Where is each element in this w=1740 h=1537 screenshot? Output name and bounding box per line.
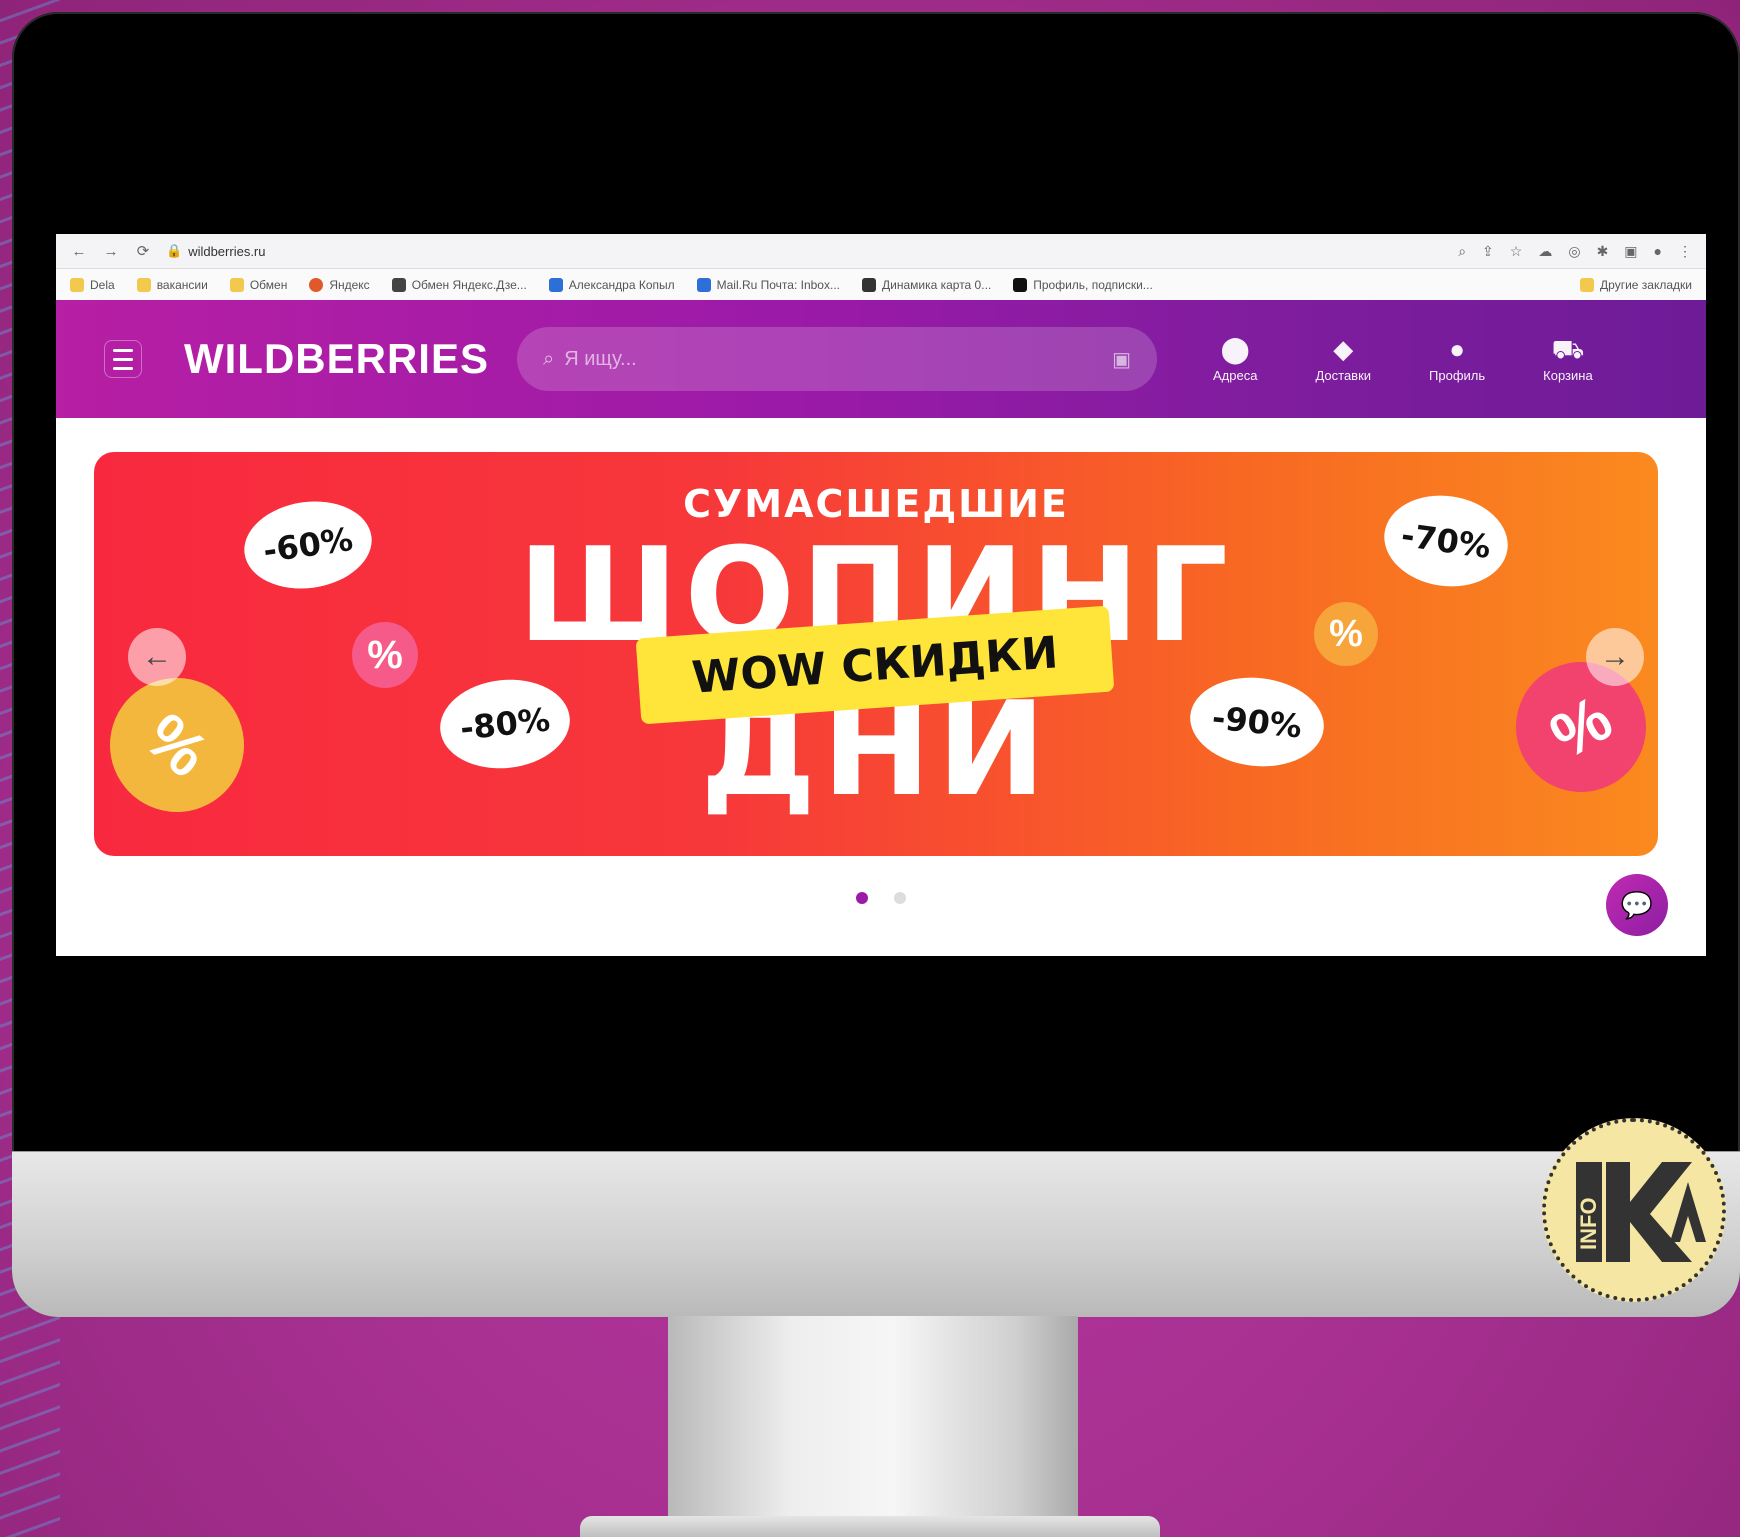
browser-toolbar: ← → ⟳ 🔒 wildberries.ru ⌕ ⇪ ☆ ☁ ◎ ✱ ▣ ● ⋮ [56, 234, 1706, 269]
menu-icon[interactable]: ⋮ [1678, 243, 1692, 260]
camera-icon[interactable]: ▣ [1112, 347, 1131, 372]
bookmarks-bar: Dela вакансии Обмен Яндекс Обмен Яндекс.… [56, 269, 1706, 302]
location-pin-icon: ⬤ [1220, 333, 1250, 364]
bookmark-item[interactable]: Динамика карта 0... [861, 278, 991, 292]
logo-info-text: INFO [1576, 1197, 1601, 1250]
nav-label: Корзина [1543, 367, 1593, 383]
search-input[interactable]: ⌕ Я ищу... ▣ [517, 327, 1157, 391]
bookmark-item[interactable]: Mail.Ru Почта: Inbox... [696, 278, 840, 292]
banner-prev-arrow[interactable]: ← [128, 628, 186, 686]
monitor-chin [12, 1151, 1740, 1317]
bookmark-item[interactable]: вакансии [136, 278, 208, 292]
bookmark-item[interactable]: Dela [70, 278, 115, 292]
search-icon: ⌕ [543, 347, 555, 370]
infoka-logo: INFO [1542, 1118, 1726, 1302]
promo-banner[interactable]: СУМАСШЕДШИЕ ШОПИНГ ДНИ WOW СКИДКИ -60% -… [94, 452, 1658, 856]
page-icon [548, 278, 563, 292]
percent-badge-icon: % [1314, 602, 1378, 666]
bookmark-item[interactable]: Другие закладки [1580, 278, 1692, 292]
shield-icon[interactable]: ◎ [1568, 243, 1580, 260]
nav-deliveries[interactable]: ◆ Доставки [1315, 336, 1371, 383]
nav-cart[interactable]: ⛟ Корзина [1543, 336, 1593, 383]
carousel-dot-active[interactable] [856, 892, 868, 904]
burger-line [113, 357, 133, 361]
nav-label: Профиль [1429, 367, 1486, 383]
carousel-dot[interactable] [894, 892, 906, 904]
box-icon: ◆ [1333, 333, 1354, 364]
folder-icon [1580, 278, 1595, 292]
zoom-icon[interactable]: ⌕ [1458, 243, 1466, 260]
page-icon [861, 278, 876, 292]
page-icon [391, 278, 406, 292]
percent-badge-icon: % [352, 622, 418, 688]
chat-icon: 💬 [1620, 889, 1654, 920]
bookmark-item[interactable]: Профиль, подписки... [1013, 278, 1153, 292]
folder-icon [229, 278, 244, 292]
page-icon [1013, 278, 1028, 292]
banner-next-arrow[interactable]: → [1586, 628, 1644, 686]
forward-icon[interactable]: → [102, 242, 120, 260]
puzzle-icon[interactable]: ✱ [1597, 243, 1609, 260]
nav-addresses[interactable]: ⬤ Адреса [1213, 336, 1257, 383]
chat-button[interactable]: 💬 [1606, 874, 1668, 936]
nav-profile[interactable]: ● Профиль [1429, 336, 1485, 383]
star-icon[interactable]: ☆ [1510, 243, 1523, 260]
bookmark-item[interactable]: Александра Копыл [548, 278, 675, 292]
nav-label: Доставки [1315, 367, 1372, 383]
monitor-stand-base [580, 1516, 1160, 1537]
extension-icon[interactable]: ☁ [1538, 243, 1552, 260]
search-placeholder: Я ищу... [564, 347, 637, 370]
site-logo[interactable]: WILDBERRIES [184, 335, 489, 383]
back-icon[interactable]: ← [70, 242, 88, 260]
sidebar-icon[interactable]: ▣ [1624, 243, 1637, 260]
toolbar-actions: ⌕ ⇪ ☆ ☁ ◎ ✱ ▣ ● ⋮ [1458, 243, 1692, 260]
nav-label: Адреса [1213, 367, 1258, 383]
share-icon[interactable]: ⇪ [1482, 243, 1494, 260]
address-bar[interactable]: 🔒 wildberries.ru [166, 243, 1444, 259]
yandex-icon [309, 278, 324, 292]
bookmark-item[interactable]: Обмен [229, 278, 287, 292]
bookmark-item[interactable]: Яндекс [309, 278, 370, 292]
mail-icon [696, 278, 711, 292]
cart-icon: ⛟ [1551, 333, 1585, 364]
infoka-logo-mark: INFO [1576, 1162, 1706, 1262]
header-nav: ⬤ Адреса ◆ Доставки ● Профиль ⛟ Корзина [1213, 336, 1593, 383]
logo-a-shape [1670, 1182, 1706, 1242]
folder-icon [136, 278, 151, 292]
folder-icon [70, 278, 84, 292]
menu-burger-button[interactable] [104, 340, 142, 378]
bookmark-item[interactable]: Обмен Яндекс.Дзе... [391, 278, 527, 292]
lock-icon: 🔒 [166, 243, 183, 258]
monitor-frame: ← → ⟳ 🔒 wildberries.ru ⌕ ⇪ ☆ ☁ ◎ ✱ ▣ ● ⋮… [12, 12, 1740, 1317]
browser-screen: ← → ⟳ 🔒 wildberries.ru ⌕ ⇪ ☆ ☁ ◎ ✱ ▣ ● ⋮… [56, 234, 1706, 956]
reload-icon[interactable]: ⟳ [134, 242, 152, 260]
address-url: wildberries.ru [188, 243, 266, 259]
user-icon: ● [1449, 333, 1465, 364]
burger-line [113, 366, 133, 370]
promo-section: СУМАСШЕДШИЕ ШОПИНГ ДНИ WOW СКИДКИ -60% -… [56, 418, 1706, 956]
burger-line [113, 348, 133, 352]
monitor-stand [668, 1316, 1078, 1537]
carousel-dots [56, 892, 1706, 904]
avatar[interactable]: ● [1654, 243, 1662, 259]
site-header: WILDBERRIES ⌕ Я ищу... ▣ ⬤ Адреса ◆ Дост… [56, 300, 1706, 418]
